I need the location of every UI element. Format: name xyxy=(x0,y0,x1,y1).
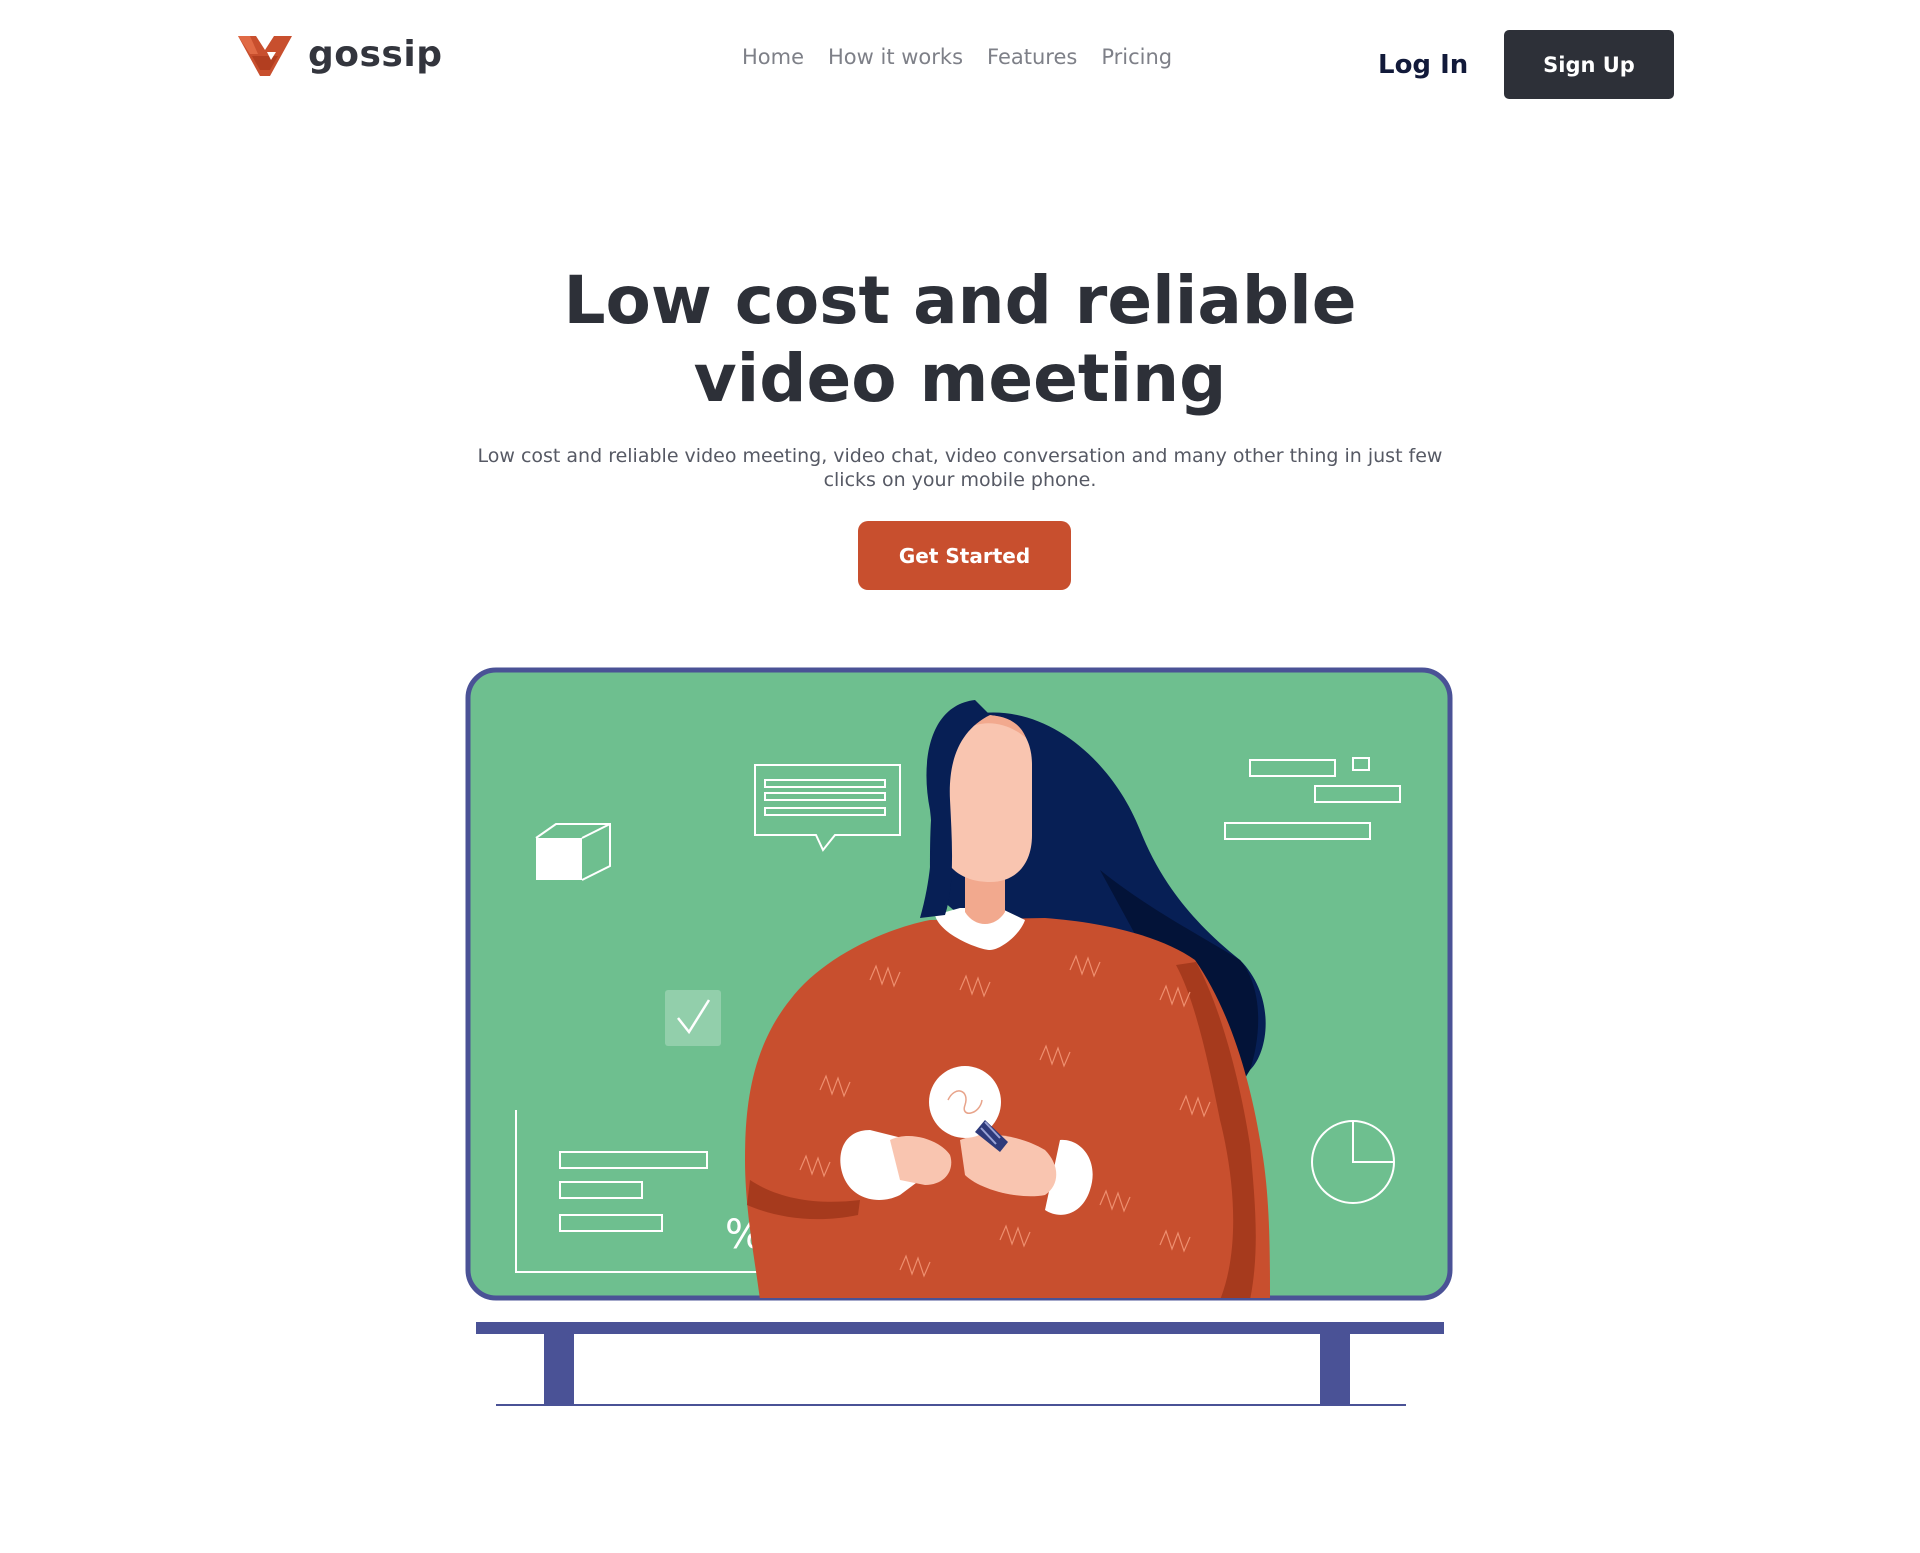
nav-how-it-works[interactable]: How it works xyxy=(828,47,963,68)
nav-home[interactable]: Home xyxy=(742,47,804,68)
get-started-button[interactable]: Get Started xyxy=(858,521,1071,590)
login-link[interactable]: Log In xyxy=(1378,52,1468,78)
monitor-stand xyxy=(476,1322,1444,1406)
hero-title: Low cost and reliable video meeting xyxy=(563,262,1357,417)
hero-subtitle: Low cost and reliable video meeting, vid… xyxy=(477,445,1443,491)
logo-link[interactable]: gossip xyxy=(236,30,442,80)
landing-page: gossip Home How it works Features Pricin… xyxy=(0,0,1920,1553)
check-icon xyxy=(665,990,721,1046)
main-nav: Home How it works Features Pricing xyxy=(742,47,1172,68)
video-meeting-illustration: % xyxy=(465,667,1453,1406)
nav-features[interactable]: Features xyxy=(987,47,1077,68)
brand-name: gossip xyxy=(308,34,443,75)
gossip-logo-icon xyxy=(238,36,292,76)
signup-button[interactable]: Sign Up xyxy=(1504,30,1674,99)
nav-pricing[interactable]: Pricing xyxy=(1101,47,1172,68)
